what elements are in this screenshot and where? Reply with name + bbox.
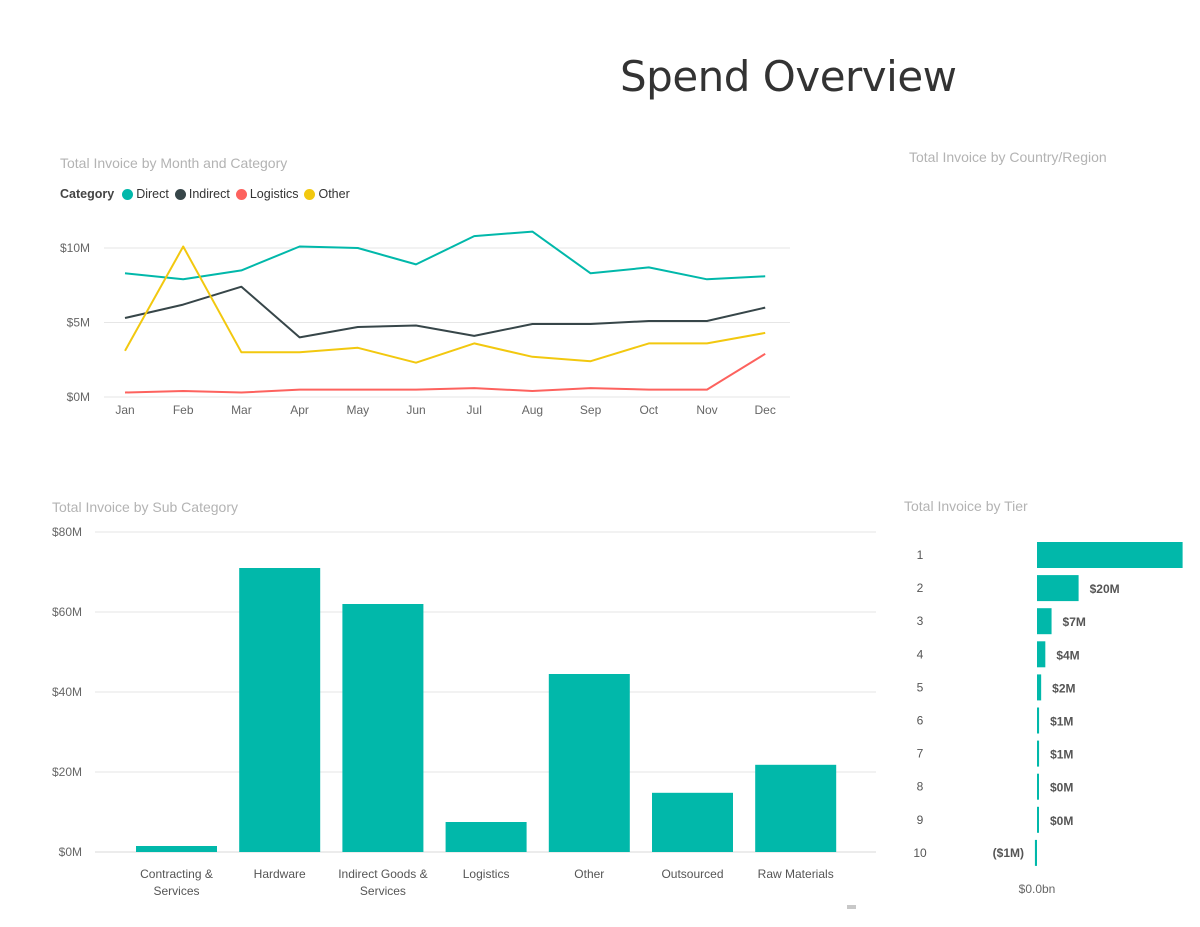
column-bar-contracting-services [136,846,217,852]
column-bar-indirect-goods-services [342,604,424,852]
line-ytick-10m: $10M [60,241,90,255]
tier-bar-9 [1037,806,1039,833]
tier-label-1: 1 [917,548,924,562]
column-xtick-logistics: Logistics [463,867,510,881]
tier-value-6: $1M [1050,715,1073,729]
tier-value-7: $1M [1050,748,1073,762]
dashboard-charts: $0M $5M $10M Jan Feb Mar Apr May Jun Jul Aug Sep Oct… [52,230,1183,898]
line-ytick-5m: $5M [67,316,90,330]
line-xtick-sep: Sep [580,403,602,417]
series-line-logistics [124,352,766,394]
line-xtick-may: May [346,403,369,417]
tier-bar-3 [1037,608,1052,635]
line-xtick-dec: Dec [755,403,776,417]
line-ytick-0m: $0M [67,390,90,404]
line-xtick-jun: Jun [406,403,425,417]
tier-label-8: 8 [917,780,924,794]
tier-label-6: 6 [917,714,924,728]
column-xtick-indirect-goods-services-line2: Services [360,884,406,898]
tier-label-10: 10 [913,846,927,860]
tier-label-2: 2 [917,581,924,595]
tier-label-9: 9 [917,813,924,827]
tier-bar-8 [1037,773,1039,800]
tier-label-7: 7 [917,747,924,761]
tier-value-5: $2M [1052,681,1075,695]
column-xtick-indirect-goods-services-line1: Indirect Goods & [338,867,427,881]
line-xtick-apr: Apr [290,403,309,417]
tier-bar-5 [1037,674,1042,701]
column-bar-outsourced [652,792,733,852]
line-xtick-mar: Mar [231,403,252,417]
tier-axis-label: $0.0bn [1019,882,1056,896]
column-xtick-contracting-services-line2: Services [153,884,199,898]
line-xtick-jul: Jul [467,403,482,417]
column-ytick-20m: $20M [52,765,82,779]
line-xtick-nov: Nov [696,403,717,417]
line-xtick-oct: Oct [639,403,658,417]
column-bar-other [548,674,630,852]
line-xtick-jan: Jan [115,403,134,417]
column-ytick-80m: $80M [52,525,82,539]
column-xtick-outsourced: Outsourced [661,867,723,881]
tier-value-9: $0M [1050,814,1073,828]
scroll-handle[interactable] [847,905,856,909]
tier-value-4: $4M [1056,648,1079,662]
tier-label-5: 5 [917,680,924,694]
column-ytick-60m: $60M [52,605,82,619]
tier-value-8: $0M [1050,781,1073,795]
tier-label-3: 3 [917,614,924,628]
tier-bar-1 [1037,542,1183,568]
column-ytick-40m: $40M [52,685,82,699]
tier-bar-10 [1034,839,1037,866]
tier-bar-4 [1037,641,1046,668]
column-xtick-contracting-services-line1: Contracting & [140,867,213,881]
line-xtick-aug: Aug [522,403,543,417]
tier-value-3: $7M [1063,615,1086,629]
tier-bar-2 [1037,575,1079,602]
tier-bar-7 [1037,740,1040,767]
tier-value-10: ($1M) [993,846,1024,860]
series-line-other [124,245,766,364]
tier-bar-6 [1037,707,1040,734]
series-line-direct [124,230,766,281]
column-bar-raw-materials [755,764,837,852]
series-line-indirect [124,285,766,339]
column-xtick-raw-materials: Raw Materials [758,867,834,881]
line-xtick-feb: Feb [173,403,194,417]
tier-label-4: 4 [917,647,924,661]
column-xtick-hardware: Hardware [254,867,306,881]
column-bar-logistics [445,822,527,852]
column-xtick-other: Other [574,867,604,881]
column-ytick-0m: $0M [59,845,82,859]
column-bar-hardware [239,568,321,852]
tier-value-2: $20M [1090,582,1120,596]
